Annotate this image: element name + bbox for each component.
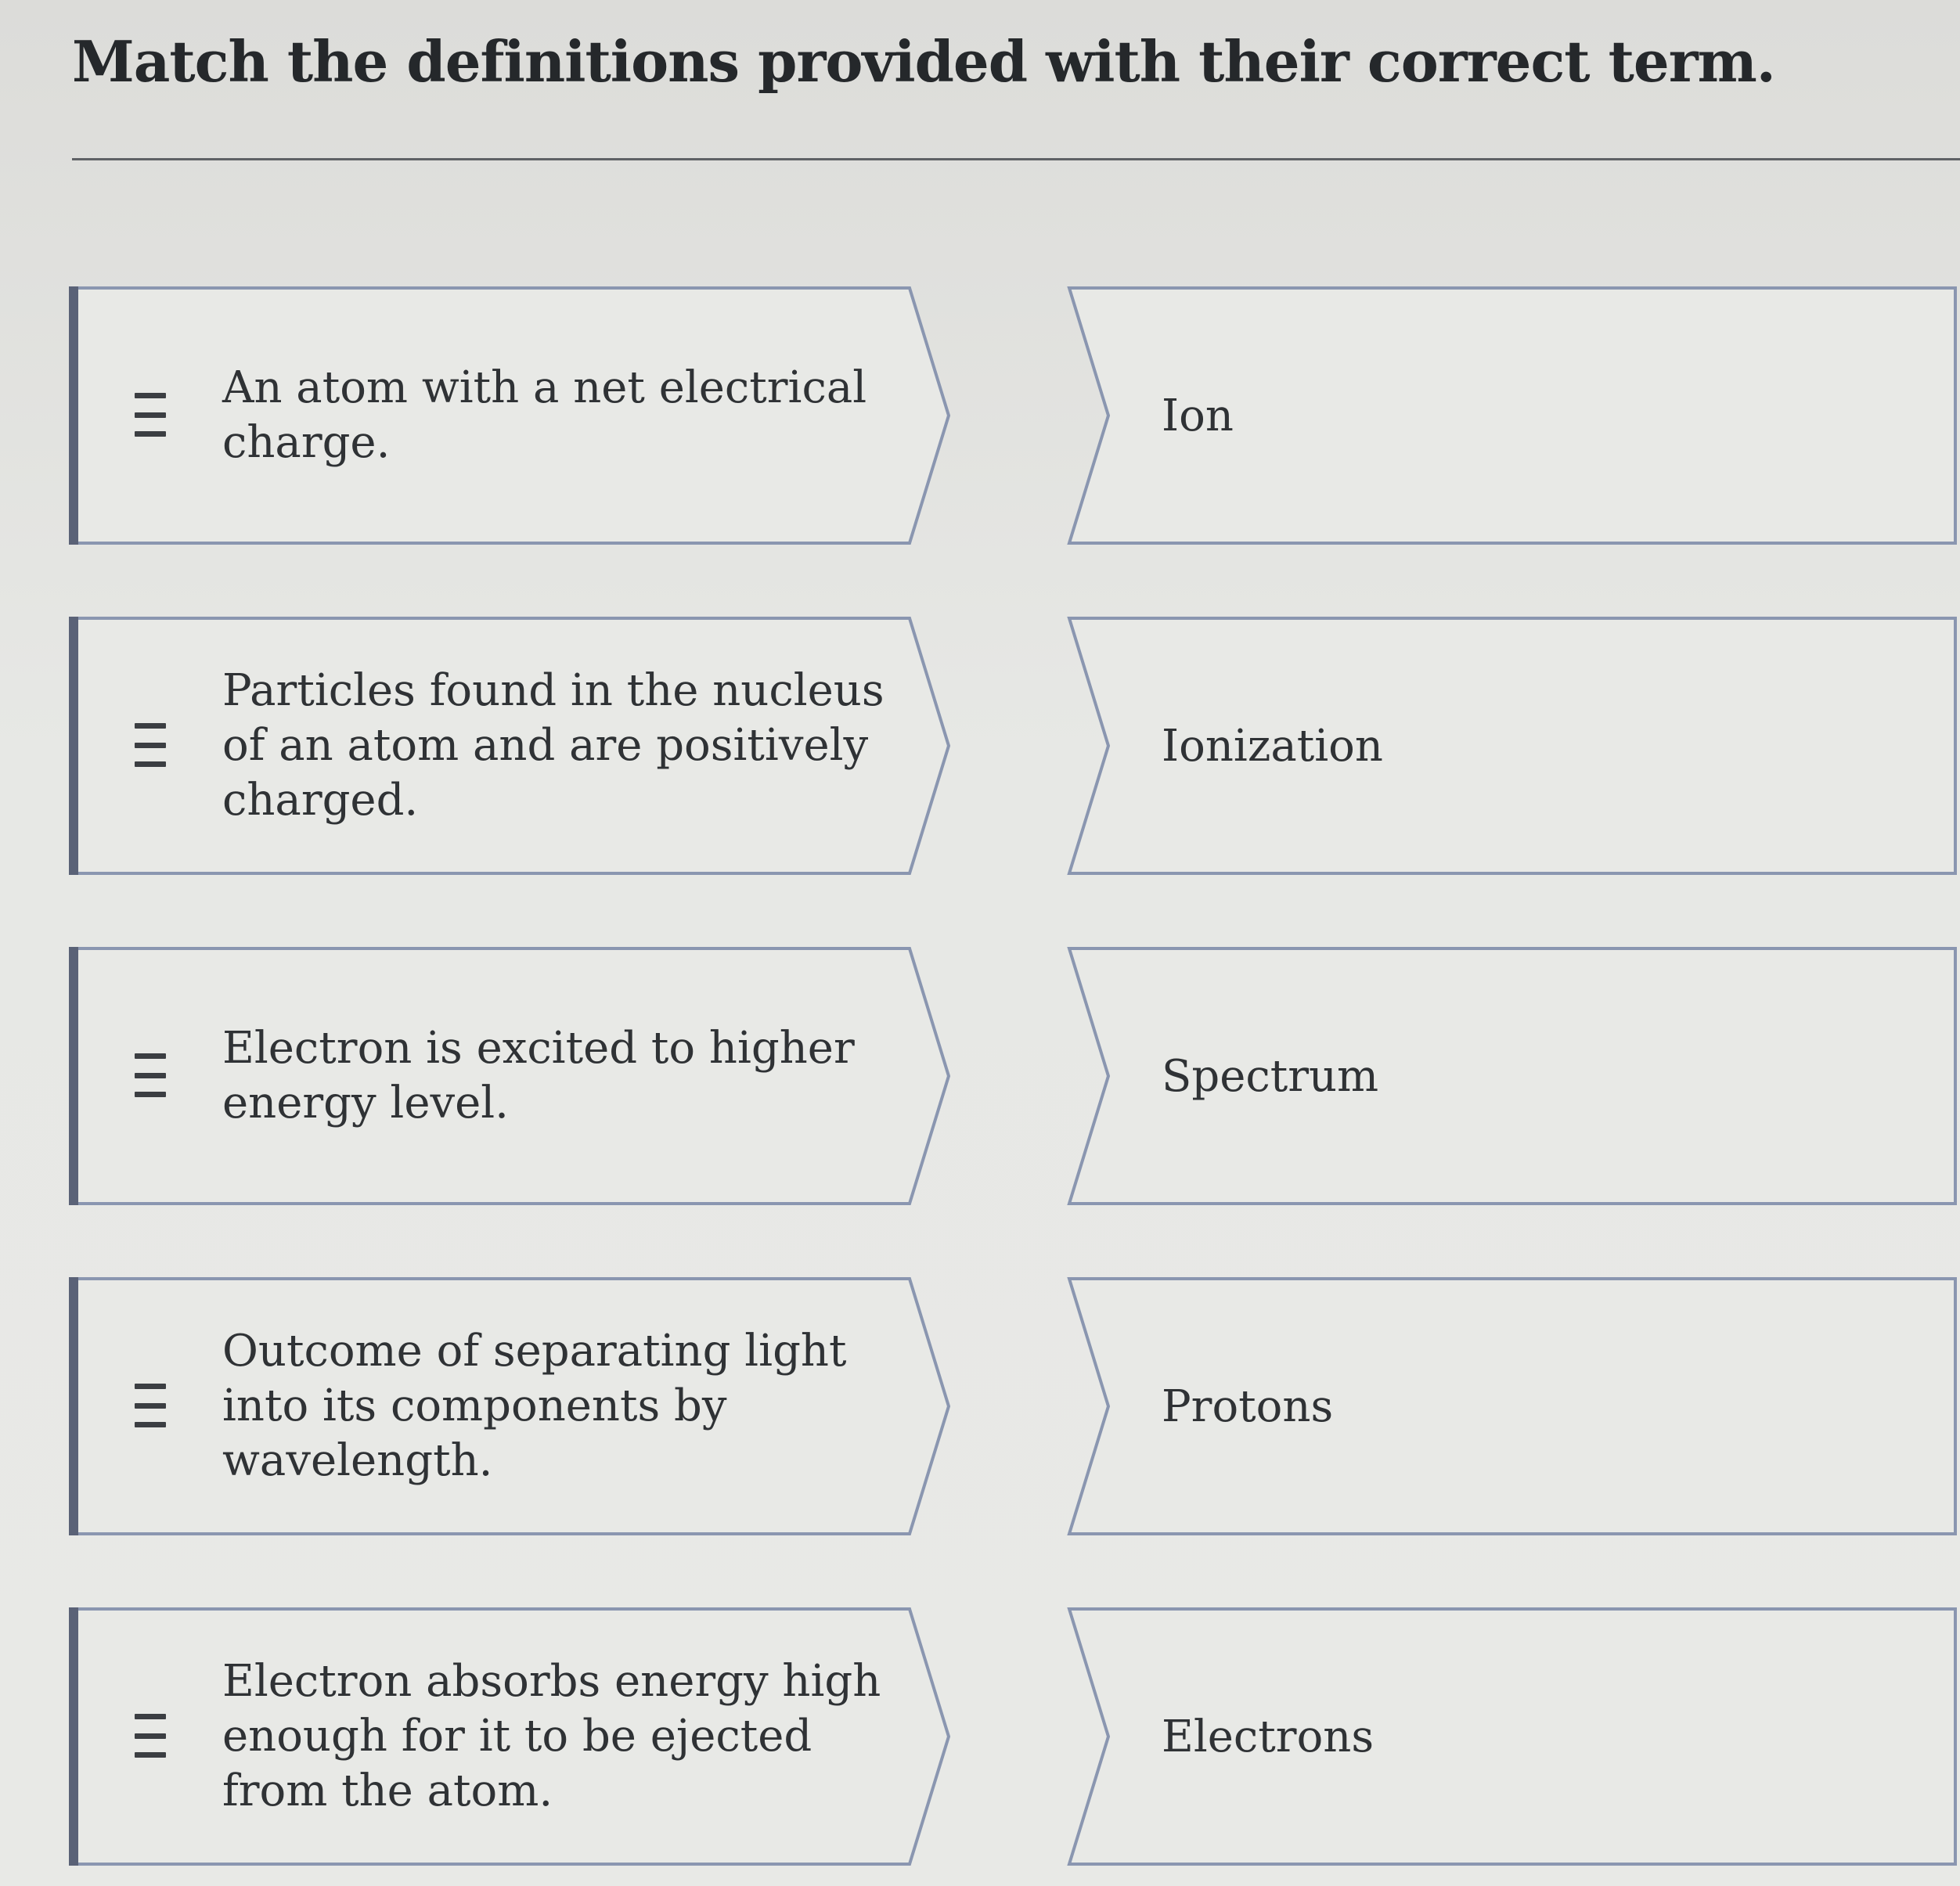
drag-handle-icon[interactable] [135, 393, 166, 437]
definition-text: Electron absorbs energy high enough for … [222, 1656, 881, 1816]
term-text: Ion [1162, 390, 1234, 441]
definition-card[interactable]: Outcome of separating light into its com… [69, 1277, 953, 1535]
drag-handle-icon[interactable] [135, 723, 166, 767]
term-card[interactable]: Spectrum [1067, 947, 1957, 1205]
title-divider [72, 158, 1960, 160]
match-row: An atom with a net electrical charge. Io… [0, 286, 1960, 545]
drag-handle-icon[interactable] [135, 1384, 166, 1427]
definition-card[interactable]: Electron is excited to higher energy lev… [69, 947, 953, 1205]
match-row: Electron is excited to higher energy lev… [0, 947, 1960, 1205]
term-card[interactable]: Ion [1067, 286, 1957, 545]
definition-text: Particles found in the nucleus of an ato… [222, 665, 885, 826]
term-text: Protons [1162, 1380, 1334, 1432]
term-card[interactable]: Protons [1067, 1277, 1957, 1535]
definition-text: Electron is excited to higher energy lev… [222, 1023, 855, 1128]
match-row: Outcome of separating light into its com… [0, 1277, 1960, 1535]
definition-card[interactable]: Electron absorbs energy high enough for … [69, 1607, 953, 1866]
term-card[interactable]: Electrons [1067, 1607, 1957, 1866]
term-card[interactable]: Ionization [1067, 617, 1957, 875]
drag-handle-icon[interactable] [135, 1053, 166, 1097]
page: Match the definitions provided with thei… [0, 0, 1960, 1886]
match-row: Particles found in the nucleus of an ato… [0, 617, 1960, 875]
term-text: Ionization [1162, 720, 1383, 772]
drag-handle-icon[interactable] [135, 1714, 166, 1758]
term-text: Electrons [1162, 1711, 1375, 1762]
definition-text: An atom with a net electrical charge. [222, 362, 867, 468]
definition-card[interactable]: An atom with a net electrical charge. [69, 286, 953, 545]
definition-text: Outcome of separating light into its com… [222, 1326, 847, 1486]
term-text: Spectrum [1162, 1050, 1379, 1102]
match-row: Electron absorbs energy high enough for … [0, 1607, 1960, 1866]
definition-card[interactable]: Particles found in the nucleus of an ato… [69, 617, 953, 875]
page-title: Match the definitions provided with thei… [72, 28, 1776, 95]
